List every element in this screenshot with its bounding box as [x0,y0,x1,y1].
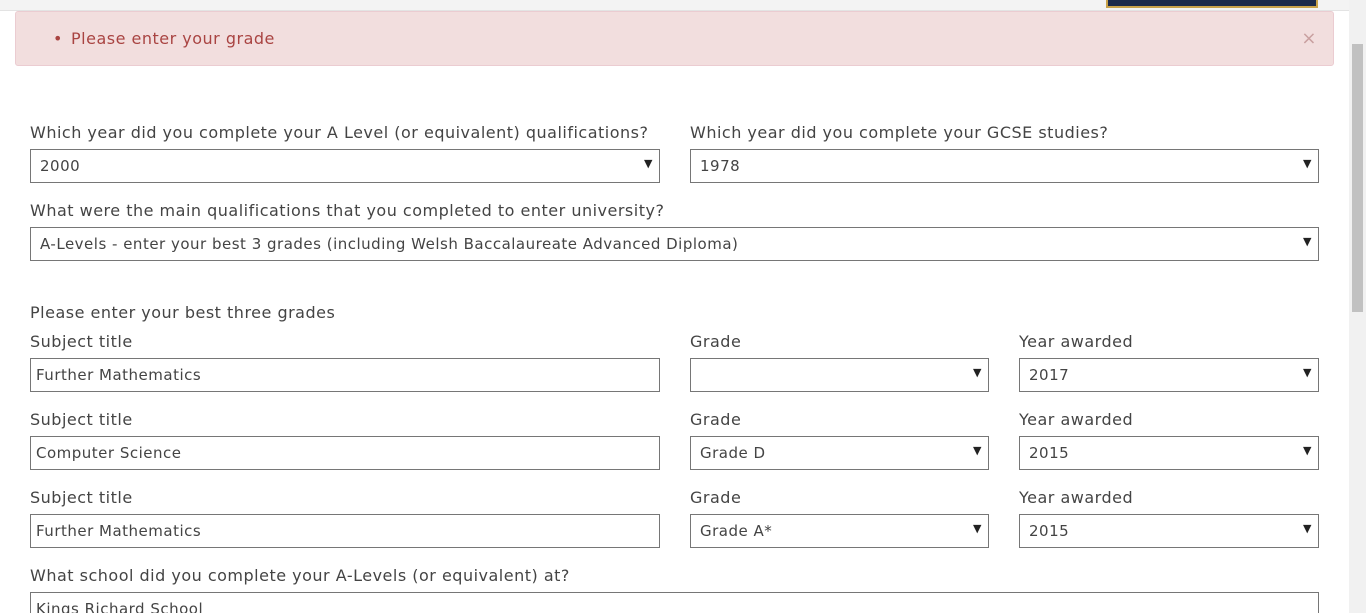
chevron-down-icon: ▼ [1303,444,1312,457]
alevel-year-value: 2000 [40,157,81,175]
year-awarded-label: Year awarded [1019,410,1134,429]
main-qualifications-select[interactable]: A-Levels - enter your best 3 grades (inc… [30,227,1319,261]
subject-title-label: Subject title [30,410,133,429]
year-awarded-value: 2017 [1029,366,1070,384]
subject-title-input[interactable]: Computer Science [30,436,660,470]
grade-select[interactable]: Grade D ▼ [690,436,989,470]
gcse-year-label: Which year did you complete your GCSE st… [690,123,1109,142]
grade-select[interactable]: ▼ [690,358,989,392]
chevron-down-icon: ▼ [973,444,982,457]
school-label: What school did you complete your A-Leve… [30,566,570,585]
chevron-down-icon: ▼ [973,366,982,379]
grade-label: Grade [690,488,742,507]
subject-title-value: Further Mathematics [36,522,202,540]
subject-title-label: Subject title [30,488,133,507]
grade-select[interactable]: Grade A* ▼ [690,514,989,548]
chevron-down-icon: ▼ [973,522,982,535]
grade-value: Grade D [700,444,766,462]
alevel-year-select[interactable]: 2000 ▼ [30,149,660,183]
chevron-down-icon: ▼ [1303,522,1312,535]
scrollbar-thumb[interactable] [1352,44,1363,312]
vertical-scrollbar[interactable] [1349,0,1366,613]
subject-title-value: Further Mathematics [36,366,202,384]
year-awarded-label: Year awarded [1019,332,1134,351]
subject-title-value: Computer Science [36,444,182,462]
subject-title-input[interactable]: Further Mathematics [30,358,660,392]
year-awarded-select[interactable]: 2017 ▼ [1019,358,1319,392]
alevel-year-label: Which year did you complete your A Level… [30,123,649,142]
error-alert: • Please enter your grade × [15,11,1334,66]
subject-title-label: Subject title [30,332,133,351]
year-awarded-select[interactable]: 2015 ▼ [1019,514,1319,548]
alert-bullet: • [53,29,63,48]
gcse-year-value: 1978 [700,157,741,175]
main-qualifications-label: What were the main qualifications that y… [30,201,665,220]
year-awarded-select[interactable]: 2015 ▼ [1019,436,1319,470]
school-input[interactable]: Kings Richard School [30,592,1319,613]
chevron-down-icon: ▼ [1303,235,1312,248]
gcse-year-select[interactable]: 1978 ▼ [690,149,1319,183]
year-awarded-value: 2015 [1029,444,1070,462]
year-awarded-value: 2015 [1029,522,1070,540]
chevron-down-icon: ▼ [1303,157,1312,170]
alert-message: Please enter your grade [71,29,275,48]
main-qualifications-value: A-Levels - enter your best 3 grades (inc… [40,235,739,253]
subject-title-input[interactable]: Further Mathematics [30,514,660,548]
close-icon[interactable]: × [1301,28,1317,49]
grade-label: Grade [690,410,742,429]
grade-value: Grade A* [700,522,773,540]
school-value: Kings Richard School [36,600,204,613]
grade-label: Grade [690,332,742,351]
best-three-heading: Please enter your best three grades [30,303,336,322]
chevron-down-icon: ▼ [644,157,653,170]
chevron-down-icon: ▼ [1303,366,1312,379]
year-awarded-label: Year awarded [1019,488,1134,507]
header-button[interactable] [1106,0,1318,8]
